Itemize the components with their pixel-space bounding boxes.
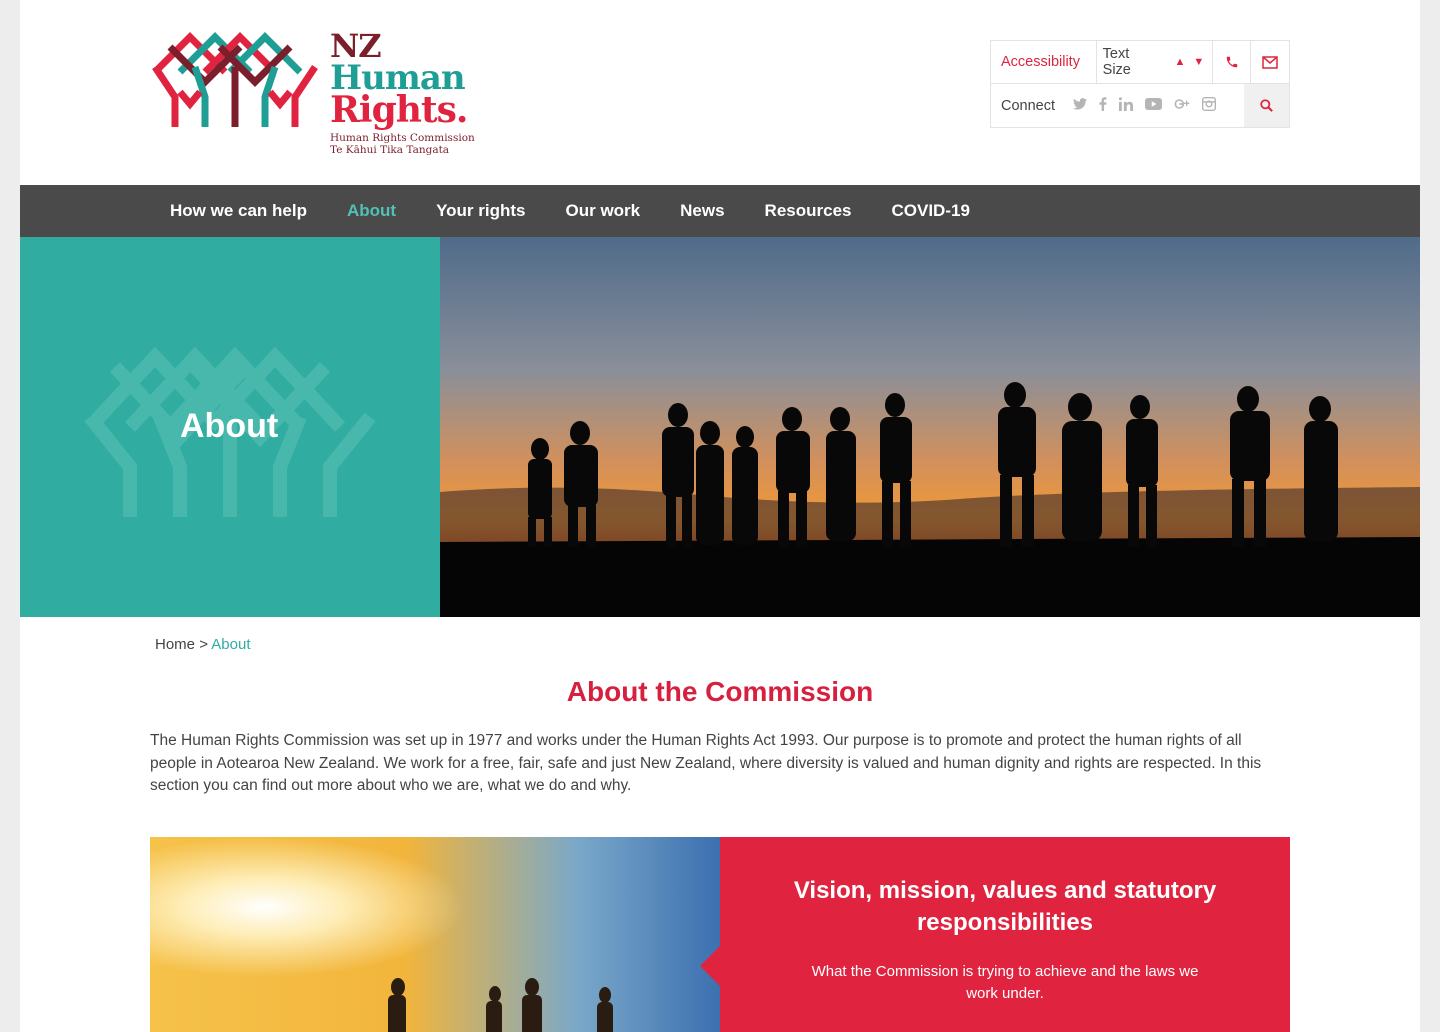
instagram-icon[interactable] [1202,97,1217,114]
google-plus-icon[interactable] [1174,97,1190,114]
connect-label: Connect [1001,97,1056,114]
text-size-up-icon[interactable]: ▲ [1174,56,1193,68]
text-size-arrows: ▲▼ [1174,56,1212,68]
text-size-down-icon[interactable]: ▼ [1193,56,1212,68]
search-button[interactable] [1244,84,1289,127]
hero-image [440,237,1420,617]
logo-sub-maori: Te Kāhui Tika Tangata [330,144,450,156]
twitter-icon[interactable] [1073,97,1088,114]
logo-sub-english: Human Rights Commission [330,132,475,144]
card-image[interactable] [150,837,720,1032]
card-description: What the Commission is trying to achieve… [811,963,1199,1002]
phone-icon[interactable] [1213,41,1252,83]
nav-covid-19[interactable]: COVID-19 [891,201,969,221]
site-logo[interactable]: NZ Human Rights. Human Rights Commission… [150,22,490,162]
card-pointer [700,946,720,986]
card-title[interactable]: Vision, mission, values and statutory re… [720,875,1290,939]
accessibility-link[interactable]: Accessibility [991,41,1097,83]
nav-news[interactable]: News [680,201,724,221]
main-nav: How we can help About Your rights Our wo… [20,185,1420,237]
intro-paragraph: The Human Rights Commission was set up i… [150,732,1262,794]
breadcrumb-separator: > [199,636,208,653]
nav-about[interactable]: About [347,201,396,221]
site-header: NZ Human Rights. Human Rights Commission… [20,0,1420,185]
breadcrumb-current[interactable]: About [211,636,250,653]
facebook-icon[interactable] [1099,97,1107,114]
text-size-label: Text Size [1102,46,1131,78]
nav-your-rights[interactable]: Your rights [436,201,525,221]
hero-title: About [180,407,279,445]
page-title: About the Commission [566,676,874,707]
nav-resources[interactable]: Resources [765,201,852,221]
social-links [1073,97,1217,114]
card-panel[interactable]: Vision, mission, values and statutory re… [720,837,1290,1032]
utility-bar: Accessibility Text Size ▲▼ Connect [990,40,1290,128]
breadcrumb: Home > About [155,636,251,653]
logo-weave-icon [152,32,318,127]
hero-title-panel: About [20,237,440,617]
nav-how-we-can-help[interactable]: How we can help [170,201,307,221]
linkedin-icon[interactable] [1118,97,1134,114]
connect-area: Connect [991,84,1244,127]
youtube-icon[interactable] [1145,97,1162,114]
logo-subtitle: Human Rights Commission Te Kāhui Tika Ta… [330,132,475,156]
breadcrumb-home[interactable]: Home [155,636,195,653]
text-size-control: Text Size ▲▼ [1097,41,1214,83]
utility-row-bottom: Connect [991,84,1289,127]
nav-our-work[interactable]: Our work [566,201,641,221]
email-icon[interactable] [1251,41,1289,83]
page: NZ Human Rights. Human Rights Commission… [20,0,1420,1032]
search-icon [1260,99,1273,112]
utility-row-top: Accessibility Text Size ▲▼ [991,41,1289,84]
logo-line-rights: Rights. [330,89,468,131]
logo-wordmark: NZ Human Rights. Human Rights Commission… [330,30,475,156]
